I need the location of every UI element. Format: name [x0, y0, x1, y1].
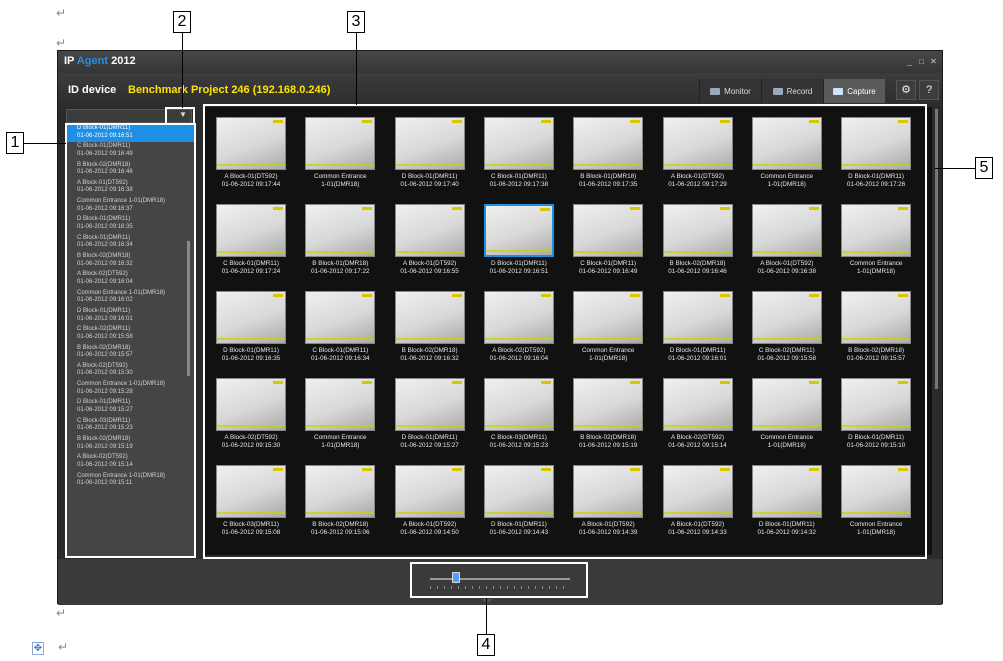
- collapse-arrow-icon[interactable]: [482, 599, 492, 604]
- grid-scrollbar[interactable]: [935, 109, 938, 389]
- gear-icon: ⚙: [901, 84, 911, 96]
- leader-line: [356, 32, 357, 105]
- record-icon: [772, 87, 783, 95]
- document-page: ↵ ↵ ↵ ↵ ✥ IP Agent 2012 _ □ ✕ ID device …: [0, 0, 1003, 661]
- help-icon: ?: [925, 84, 933, 96]
- callout-number-4: 4: [477, 634, 495, 656]
- tab-label: Record: [786, 86, 813, 96]
- capture-icon: [833, 87, 844, 95]
- app-title-year: 2012: [111, 55, 136, 67]
- help-button[interactable]: ?: [919, 80, 939, 100]
- app-title-agent: Agent: [76, 55, 109, 67]
- callout-number-1: 1: [6, 132, 24, 154]
- leader-line: [486, 598, 487, 634]
- title-bar[interactable]: IP Agent 2012 _ □ ✕: [58, 51, 942, 73]
- mode-tabs: Monitor Record Capture: [699, 79, 885, 103]
- leader-line: [935, 168, 975, 169]
- callout-number-2: 2: [173, 11, 191, 33]
- leader-line: [182, 32, 183, 108]
- window-controls: _ □ ✕: [905, 57, 938, 66]
- leader-line: [24, 143, 66, 144]
- app-title: IP Agent 2012: [64, 55, 136, 67]
- callout-number-5: 5: [975, 157, 993, 179]
- tab-label: Capture: [847, 86, 876, 96]
- callout-frame-3: [203, 104, 927, 559]
- callout-frame-4: [410, 562, 588, 598]
- callout-frame-1: [65, 123, 196, 558]
- header-bar: ID device Benchmark Project 246 (192.168…: [58, 73, 942, 107]
- settings-button[interactable]: ⚙: [896, 80, 916, 100]
- minimize-button[interactable]: _: [905, 57, 914, 66]
- maximize-button[interactable]: □: [917, 57, 926, 66]
- table-move-handle-icon[interactable]: ✥: [32, 642, 44, 655]
- app-title-ip: IP: [64, 55, 75, 67]
- tab-record[interactable]: Record: [761, 79, 823, 103]
- paragraph-mark: ↵: [56, 6, 67, 20]
- paragraph-mark: ↵: [56, 36, 67, 50]
- id-device-label: ID device: [68, 84, 117, 96]
- callout-frame-2: [165, 107, 195, 125]
- close-button[interactable]: ✕: [929, 57, 938, 66]
- tab-capture[interactable]: Capture: [823, 79, 885, 103]
- paragraph-mark: ↵: [58, 640, 69, 654]
- tab-monitor[interactable]: Monitor: [699, 79, 761, 103]
- monitor-icon: [710, 87, 721, 95]
- project-label: Benchmark Project 246 (192.168.0.246): [128, 84, 331, 96]
- paragraph-mark: ↵: [56, 606, 67, 620]
- tab-label: Monitor: [724, 86, 751, 96]
- callout-number-3: 3: [347, 11, 365, 33]
